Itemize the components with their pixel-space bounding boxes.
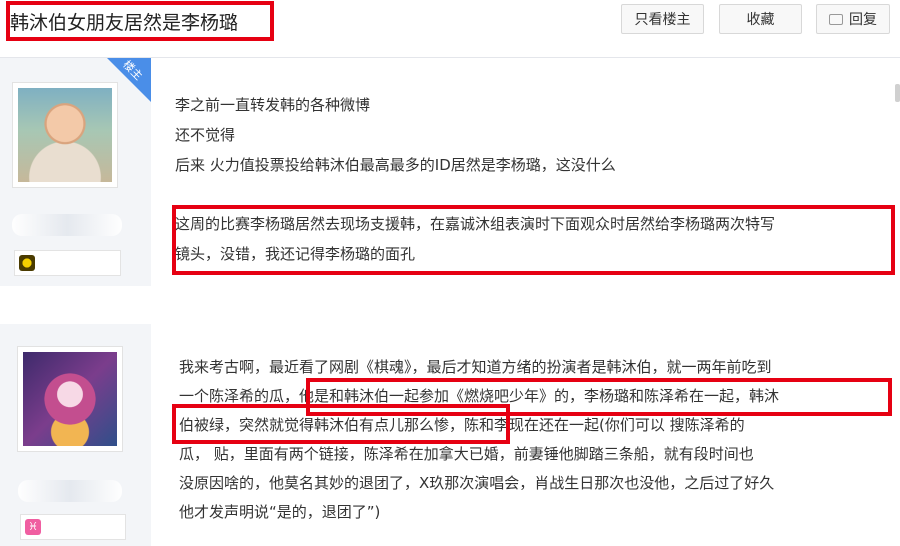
medal-icon [19, 255, 35, 271]
comment-icon [829, 14, 843, 25]
user-badge[interactable]: ♓ [20, 514, 126, 540]
reply-label: 回复 [849, 12, 877, 28]
post-text-line: 他才发声明说“是的，退团了”) [179, 503, 381, 521]
thread-title: 韩沐伯女朋友居然是李杨璐 [10, 12, 239, 34]
avatar-image [23, 352, 117, 446]
username-blurred[interactable] [18, 480, 122, 502]
post-text-line: 镜头，没错，我还记得李杨璐的面孔 [175, 245, 416, 263]
pisces-icon: ♓ [25, 519, 41, 535]
post-text-line: 瓜， 贴，里面有两个链接，陈泽希在加拿大已婚，前妻锤他脚踏三条船，就有段时间也 [179, 445, 754, 463]
post-text-line: 这周的比赛李杨璐居然去现场支援韩，在嘉诚沐组表演时下面观众时居然给李杨璐两次特写 [175, 215, 776, 233]
avatar[interactable] [17, 346, 123, 452]
username-blurred[interactable] [12, 214, 122, 236]
scrollbar-thumb[interactable] [895, 84, 900, 102]
post-text-line: 我来考古啊，最近看了网剧《棋魂》，最后才知道方绪的扮演者是韩沐伯，就一两年前吃到 [179, 358, 772, 376]
user-badge[interactable] [14, 250, 121, 276]
post-text-line: 没原因啥的，他莫名其妙的退团了，X玖那次演唱会，肖战生日那次也没他，之后过了好久 [179, 474, 775, 492]
post-text-line: 还不觉得 [175, 126, 236, 144]
favorite-button[interactable]: 收藏 [719, 4, 802, 34]
avatar-image [18, 88, 112, 182]
highlight-box [172, 404, 510, 444]
post-text-line: 后来 火力值投票投给韩沐伯最高最多的ID居然是李杨璐，这没什么 [175, 156, 616, 174]
only-op-button[interactable]: 只看楼主 [621, 4, 704, 34]
thread-header: 韩沐伯女朋友居然是李杨璐 只看楼主 收藏 回复 [0, 0, 900, 58]
post-text-line: 李之前一直转发韩的各种微博 [175, 96, 371, 114]
reply-button[interactable]: 回复 [816, 4, 890, 34]
post-separator [0, 286, 900, 324]
avatar[interactable] [12, 82, 118, 188]
